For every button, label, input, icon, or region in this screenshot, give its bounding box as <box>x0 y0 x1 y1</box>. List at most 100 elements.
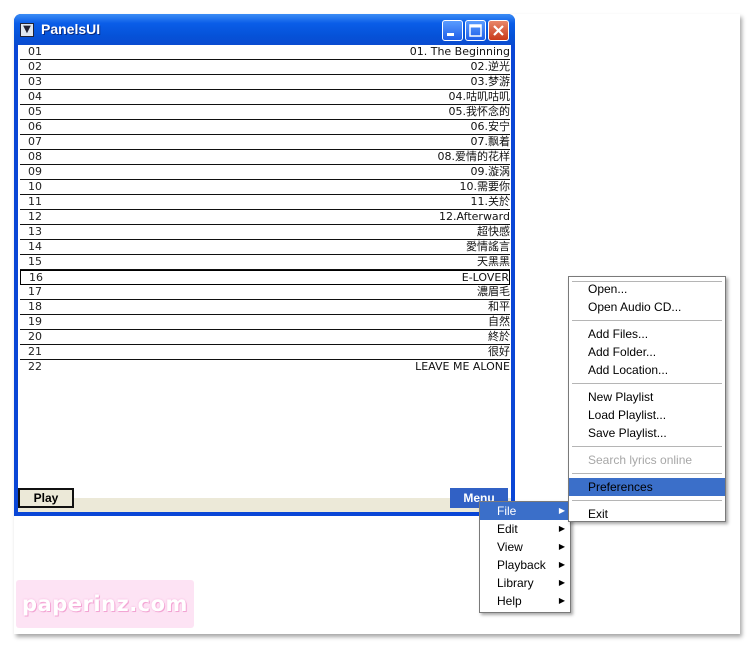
track-title: 08.爱情的花样 <box>437 150 511 163</box>
menu-item-label: Library <box>497 576 534 590</box>
menu-separator <box>569 379 725 388</box>
track-title: 超快感 <box>477 225 510 238</box>
play-button[interactable]: Play <box>18 488 74 508</box>
panelsui-window: ▼ PanelsUI 01 01. The Beginning 02 02.逆光 03 0… <box>14 14 515 516</box>
control-bar <box>18 498 511 512</box>
playlist: 01 01. The Beginning 02 02.逆光 03 03.梦游 04 04.咕叽… <box>20 45 510 375</box>
playlist-row[interactable]: 08 08.爱情的花样 <box>20 150 510 165</box>
playlist-row[interactable]: 03 03.梦游 <box>20 75 510 90</box>
menu-item-save-playlist[interactable]: Save Playlist... <box>569 424 725 442</box>
submenu-arrow-icon: ▶ <box>558 542 565 551</box>
menu-item-add-location[interactable]: Add Location... <box>569 361 725 379</box>
playlist-row[interactable]: 01 01. The Beginning <box>20 45 510 60</box>
track-number: 12 <box>28 210 42 223</box>
track-number: 17 <box>28 285 42 298</box>
playlist-row[interactable]: 22 LEAVE ME ALONE <box>20 360 510 375</box>
submenu-arrow-icon: ▶ <box>558 524 565 533</box>
track-title: 05.我怀念的 <box>448 105 511 118</box>
menu-item-label: File <box>497 504 517 518</box>
playlist-row[interactable]: 06 06.安宁 <box>20 120 510 135</box>
menu-item-search-lyrics: Search lyrics online <box>588 453 693 467</box>
track-title: 04.咕叽咕叽 <box>448 90 511 103</box>
playlist-row[interactable]: 11 11.关於 <box>20 195 510 210</box>
close-button[interactable] <box>488 20 509 41</box>
menu-item-label: View <box>497 540 523 554</box>
track-title: 03.梦游 <box>470 75 511 88</box>
file-submenu: Open... Open Audio CD... Add Files... Ad… <box>568 276 726 522</box>
main-menu: File ▶ Edit ▶ View ▶ Playback ▶ Library ▶ Help ▶ <box>479 501 571 613</box>
track-number: 05 <box>28 105 42 118</box>
track-number: 15 <box>28 255 42 268</box>
menu-item-playback[interactable]: Playback ▶ <box>480 556 570 574</box>
track-title: 很好 <box>488 345 510 358</box>
playlist-row[interactable]: 19 自然 <box>20 315 510 330</box>
playlist-row[interactable]: 09 09.漩涡 <box>20 165 510 180</box>
track-number: 01 <box>28 45 42 58</box>
playlist-row[interactable]: 17 濃眉毛 <box>20 285 510 300</box>
minimize-button[interactable] <box>442 20 463 41</box>
playlist-row[interactable]: 12 12.Afterward <box>20 210 510 225</box>
menu-separator <box>569 316 725 325</box>
close-icon <box>493 25 504 36</box>
menu-item-label: Help <box>497 594 522 608</box>
track-title: 02.逆光 <box>470 60 511 73</box>
track-number: 10 <box>28 180 42 193</box>
watermark-logo: paperinz.com <box>16 580 194 628</box>
track-number: 11 <box>28 195 42 208</box>
track-title: 濃眉毛 <box>477 285 510 298</box>
track-number: 18 <box>28 300 42 313</box>
playlist-row[interactable]: 02 02.逆光 <box>20 60 510 75</box>
playlist-row[interactable]: 05 05.我怀念的 <box>20 105 510 120</box>
track-number: 03 <box>28 75 42 88</box>
track-number: 19 <box>28 315 42 328</box>
playlist-row[interactable]: 16 E-LOVER <box>20 270 510 285</box>
playlist-row[interactable]: 18 和平 <box>20 300 510 315</box>
track-number: 21 <box>28 345 42 358</box>
playlist-row[interactable]: 15 天黑黑 <box>20 255 510 270</box>
menu-item-load-playlist[interactable]: Load Playlist... <box>569 406 725 424</box>
track-number: 08 <box>28 150 42 163</box>
track-number: 16 <box>29 271 43 284</box>
title-bar[interactable]: ▼ PanelsUI <box>14 14 515 45</box>
track-number: 20 <box>28 330 42 343</box>
track-title: 終於 <box>488 330 510 343</box>
track-number: 06 <box>28 120 42 133</box>
menu-item-add-files[interactable]: Add Files... <box>569 325 725 343</box>
track-title: 12.Afterward <box>439 210 510 223</box>
track-title: 自然 <box>488 315 510 328</box>
menu-item-view[interactable]: View ▶ <box>480 538 570 556</box>
menu-item-open-audio-cd[interactable]: Open Audio CD... <box>569 298 725 316</box>
playlist-row[interactable]: 07 07.飘着 <box>20 135 510 150</box>
menu-item-exit[interactable]: Exit <box>569 505 725 523</box>
menu-item-label: Playback <box>497 558 546 572</box>
track-title: 和平 <box>488 300 510 313</box>
maximize-button[interactable] <box>465 20 486 41</box>
track-number: 02 <box>28 60 42 73</box>
menu-item-new-playlist[interactable]: New Playlist <box>569 388 725 406</box>
app-icon[interactable]: ▼ <box>20 23 34 37</box>
playlist-row[interactable]: 04 04.咕叽咕叽 <box>20 90 510 105</box>
playlist-row[interactable]: 13 超快感 <box>20 225 510 240</box>
track-number: 04 <box>28 90 42 103</box>
submenu-arrow-icon: ▶ <box>558 560 565 569</box>
menu-item-preferences[interactable]: Preferences <box>569 478 725 496</box>
playlist-row[interactable]: 10 10.需要你 <box>20 180 510 195</box>
playlist-panel: 01 01. The Beginning 02 02.逆光 03 03.梦游 04 04.咕叽… <box>18 45 511 512</box>
submenu-arrow-icon: ▶ <box>558 506 565 515</box>
minimize-icon <box>447 33 454 36</box>
playlist-row[interactable]: 21 很好 <box>20 345 510 360</box>
menu-item-add-folder[interactable]: Add Folder... <box>569 343 725 361</box>
menu-item-help[interactable]: Help ▶ <box>480 592 570 610</box>
playlist-row[interactable]: 14 愛情謠言 <box>20 240 510 255</box>
track-title: 09.漩涡 <box>470 165 511 178</box>
menu-item-file[interactable]: File ▶ <box>480 502 570 520</box>
menu-item-open[interactable]: Open... <box>569 280 725 298</box>
track-number: 07 <box>28 135 42 148</box>
menu-item-edit[interactable]: Edit ▶ <box>480 520 570 538</box>
playlist-row[interactable]: 20 終於 <box>20 330 510 345</box>
maximize-icon <box>469 24 482 37</box>
track-title: LEAVE ME ALONE <box>415 360 510 373</box>
track-title: 06.安宁 <box>470 120 511 133</box>
submenu-arrow-icon: ▶ <box>558 578 565 587</box>
menu-item-library[interactable]: Library ▶ <box>480 574 570 592</box>
